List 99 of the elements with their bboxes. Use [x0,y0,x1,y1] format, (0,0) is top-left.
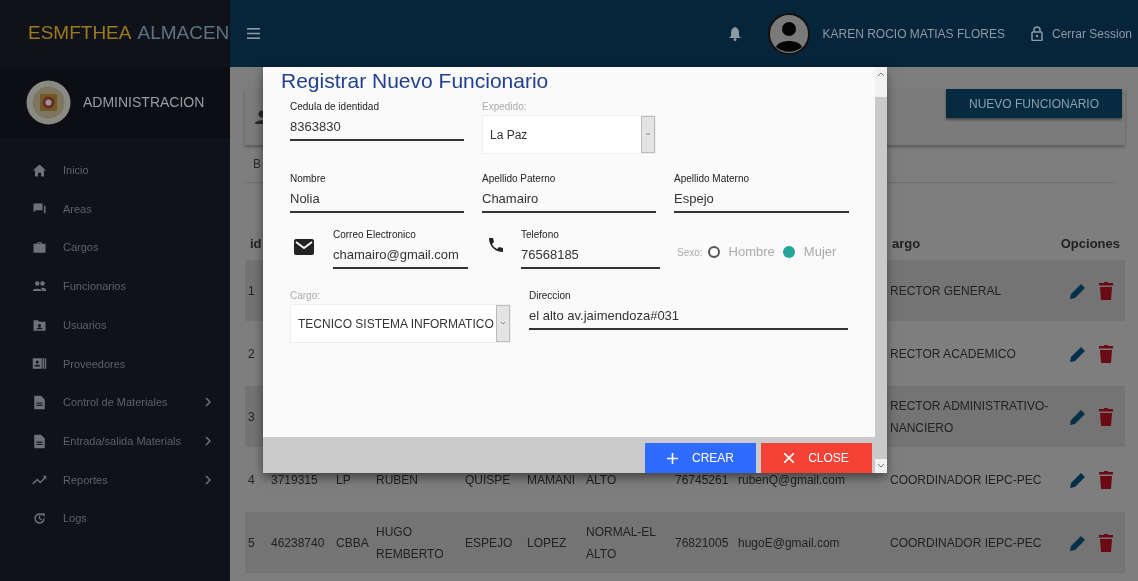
logo-drawing [26,80,71,125]
sidebar-item[interactable]: Control de Materiales [0,383,230,422]
field-label: Nombre [290,172,327,185]
table-cell-text: COORDINADOR IEPC-PEC [890,534,1042,552]
input-field[interactable]: el alto av.jaimendoza#031 [529,302,848,330]
input-field[interactable]: Espejo [674,185,849,213]
table-cell-text: LP [336,471,351,489]
brand-name: ESMFTHEA [28,21,132,46]
column-header: id [250,235,262,251]
table-cell-text: CBBA [336,534,369,552]
table-cell-text: 76821005 [675,534,729,552]
edit-icon[interactable] [1069,470,1087,489]
table-cell-text: 3 [248,408,255,426]
briefcase-icon [32,240,47,256]
table-cell-text: QUISPE [465,471,511,489]
trash-icon[interactable] [1099,470,1113,489]
close-icon [784,453,795,463]
menu-icon[interactable] [247,28,260,39]
edit-icon[interactable] [1069,344,1087,363]
field-label: Sexo: [677,245,703,260]
trash-icon[interactable] [1099,407,1113,426]
input-field[interactable]: 8363830 [290,113,464,141]
sidebar-item[interactable]: Areas [0,189,230,229]
table-cell-text: HUGO REMBERTO [376,523,444,563]
avatar-icon[interactable] [768,12,811,55]
contact-card-icon [32,356,47,372]
people-icon [32,278,47,294]
new-button[interactable]: NUEVO FUNCIONARIO [946,89,1122,118]
input-field[interactable]: chamairo@gmail.com [333,241,468,269]
sidebar-item[interactable]: Reportes [0,460,230,500]
table-cell-text: hugoE@gmail.com [738,534,840,552]
dialog-title: Registrar Nuevo Funcionario [281,68,550,94]
select-field[interactable]: La Paz [482,115,656,154]
table-cell-text: ESPEJO [465,534,513,552]
table-cell-text: NORMAL-EL ALTO [586,523,656,563]
trash-icon[interactable] [1099,533,1113,552]
field-label: Direccion [529,289,572,302]
chat-icon [32,201,47,217]
field-label: Correo Electronico [333,228,417,241]
table-cell-text: MAMANI [527,471,575,489]
field-label: Telefono [521,228,560,241]
search-label: B [253,155,261,173]
history-icon [32,511,47,527]
table-cell-text: 1 [248,282,255,300]
sidebar-item[interactable]: Inicio [0,151,230,190]
table-cell-text: 46238740 [271,534,325,552]
brand-name: ALMACEN [137,21,230,46]
table-cell-text: LOPEZ [527,534,567,552]
edit-icon[interactable] [1069,533,1087,552]
field-label: Cedula de identidad [290,100,380,113]
mail-icon [294,239,314,255]
radio-button[interactable] [707,246,720,258]
table-cell-text: 3719315 [271,471,318,489]
table-cell-text: 2 [248,345,255,363]
edit-icon[interactable] [1069,407,1087,426]
table-cell-text: rubenQ@gmail.com [738,471,845,489]
table-cell-text: 4 [248,471,255,489]
sidebar-item[interactable]: Proveedores [0,344,230,384]
trash-icon[interactable] [1099,344,1113,363]
user-name[interactable]: KAREN ROCIO MATIAS FLORES [822,24,1005,43]
create-button[interactable]: CREAR [645,443,756,473]
lock-icon [1030,26,1043,41]
table-cell-text: RUBEN [376,471,418,489]
field-label: Expedido: [482,100,528,113]
table-cell-text: COORDINADOR IEPC-PEC [890,471,1042,489]
radio-label[interactable]: Hombre [728,242,775,262]
logout-link[interactable]: Cerrar Session [1051,24,1132,43]
input-field[interactable]: Nolia [290,185,464,213]
table-cell-text: ALTO [586,471,617,489]
sidebar-item[interactable]: Cargos [0,228,230,268]
table-cell-text: 76745261 [675,471,729,489]
trash-icon[interactable] [1099,281,1113,300]
plus-icon [667,452,678,464]
input-field[interactable]: 76568185 [521,241,660,269]
bell-icon[interactable] [729,26,742,41]
table-cell-text: RECTOR GENERAL [890,282,1002,300]
field-label: Cargo: [290,289,321,302]
table-cell-text: RECTOR ACADEMICO [890,345,1016,363]
select-field[interactable]: TECNICO SISTEMA INFORMATICO [290,304,511,343]
field-label: Apellido Paterno [482,172,557,185]
column-header: argo [892,235,921,251]
folder-icon [32,317,47,333]
sidebar-item[interactable]: Usuarios [0,305,230,345]
table-cell-text: 5 [248,534,255,552]
field-label: Apellido Materno [674,172,751,185]
section-title: ADMINISTRACION [83,93,205,112]
sidebar-item[interactable]: Logs [0,499,230,538]
radio-button[interactable] [782,246,795,258]
document-icon [32,394,47,410]
document-icon [32,433,47,449]
column-header: Opciones [1060,235,1120,251]
close-button[interactable]: CLOSE [761,443,872,473]
sidebar-item[interactable]: Entrada/salida Materials [0,421,230,461]
home-icon [32,162,47,178]
table-cell-text: RECTOR ADMINISTRATIVO- NANCIERO [890,397,1049,437]
edit-icon[interactable] [1069,281,1087,300]
sidebar-item[interactable]: Funcionarios [0,267,230,306]
input-field[interactable]: Chamairo [482,185,656,213]
phone-icon [486,237,504,255]
